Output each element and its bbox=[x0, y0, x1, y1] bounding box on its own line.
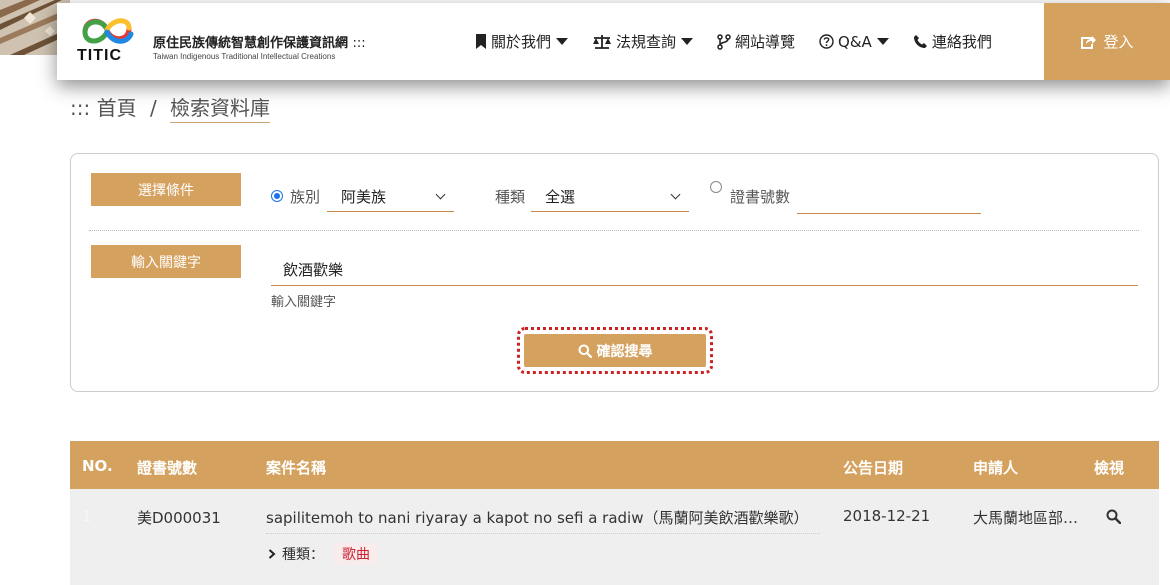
site-title-zh: 原住民族傳統智慧創作保護資訊網 bbox=[153, 36, 349, 51]
logo-text: TITIC bbox=[77, 47, 122, 64]
site-title-suffix: ::: bbox=[352, 36, 366, 51]
nav-regulations[interactable]: 法規查詢 bbox=[592, 31, 694, 52]
login-button[interactable]: 登入 bbox=[1044, 3, 1170, 80]
header-name: 案件名稱 bbox=[266, 459, 327, 477]
keyword-label: 輸入關鍵字 bbox=[91, 245, 241, 278]
header-cert: 證書號數 bbox=[137, 459, 198, 477]
search-button-label: 確認搜尋 bbox=[596, 343, 653, 360]
breadcrumb-separator: / bbox=[149, 96, 157, 120]
row-divider bbox=[266, 533, 820, 534]
table-header: NO. 證書號數 案件名稱 公告日期 申請人 檢視 bbox=[70, 441, 1159, 489]
nav-about-label: 關於我們 bbox=[491, 33, 552, 51]
breadcrumb: ::: 首頁 / 檢索資料庫 bbox=[70, 92, 271, 123]
row-cert: 美D000031 bbox=[137, 509, 221, 527]
infinity-logo-icon bbox=[82, 18, 134, 44]
tribe-select-value: 阿美族 bbox=[341, 188, 387, 206]
nav-contact-label: 連絡我們 bbox=[931, 33, 992, 51]
radio-tribe-label: 族別 bbox=[290, 188, 321, 206]
radio-cert-label: 證書號數 bbox=[730, 188, 791, 206]
site-title[interactable]: 原住民族傳統智慧創作保護資訊網 ::: Taiwan Indigenous Tr… bbox=[153, 32, 366, 61]
radio-cert[interactable] bbox=[710, 181, 722, 193]
type-select[interactable]: 全選 bbox=[531, 182, 689, 212]
keyword-helper-text: 輸入關鍵字 bbox=[271, 295, 337, 310]
main-nav: 關於我們 法規查詢 網站導覽 Q&A 連絡我們 bbox=[475, 3, 992, 80]
bookmark-icon bbox=[476, 34, 486, 49]
site-header: TITIC 原住民族傳統智慧創作保護資訊網 ::: Taiwan Indigen… bbox=[57, 3, 1170, 80]
divider bbox=[89, 230, 1139, 231]
nav-sitemap-label: 網站導覽 bbox=[735, 33, 796, 51]
page: TITIC 原住民族傳統智慧創作保護資訊網 ::: Taiwan Indigen… bbox=[0, 0, 1170, 585]
nav-sitemap[interactable]: 網站導覽 bbox=[717, 31, 795, 52]
row-applicant: 大馬蘭地區部… bbox=[973, 509, 1079, 527]
nav-qa-label: Q&A bbox=[838, 32, 872, 51]
nav-contact[interactable]: 連絡我們 bbox=[913, 31, 992, 52]
breadcrumb-home[interactable]: 首頁 bbox=[97, 96, 137, 120]
chevron-right-icon bbox=[268, 549, 276, 559]
search-icon bbox=[578, 344, 592, 358]
header-no: NO. bbox=[82, 457, 113, 475]
nav-qa[interactable]: Q&A bbox=[819, 33, 889, 51]
phone-icon bbox=[913, 35, 927, 48]
header-date: 公告日期 bbox=[843, 459, 904, 477]
chevron-down-icon bbox=[681, 38, 694, 45]
search-panel: 選擇條件 族別 阿美族 種類 全選 證書號數 輸入關鍵字 輸入關鍵字 bbox=[70, 153, 1159, 392]
cert-number-input[interactable] bbox=[797, 184, 981, 214]
tribe-select[interactable]: 阿美族 bbox=[327, 182, 454, 212]
results-table: NO. 證書號數 案件名稱 公告日期 申請人 檢視 1 美D000031 sap… bbox=[70, 441, 1159, 585]
type-label: 種類 bbox=[495, 188, 526, 206]
branch-icon bbox=[717, 33, 731, 50]
row-date: 2018-12-21 bbox=[843, 507, 931, 525]
row-type-label: 種類： bbox=[282, 547, 324, 563]
chevron-down-icon bbox=[435, 189, 446, 200]
chevron-down-icon bbox=[556, 38, 569, 45]
keyword-input[interactable] bbox=[271, 254, 1138, 286]
login-label: 登入 bbox=[1103, 33, 1134, 51]
breadcrumb-prefix: ::: bbox=[70, 96, 91, 120]
chevron-down-icon bbox=[876, 38, 889, 45]
search-button[interactable]: 確認搜尋 bbox=[524, 334, 706, 367]
search-icon[interactable] bbox=[1106, 509, 1121, 524]
nav-about[interactable]: 關於我們 bbox=[475, 31, 569, 52]
header-view: 檢視 bbox=[1094, 459, 1125, 477]
nav-regulations-label: 法規查詢 bbox=[616, 33, 677, 51]
row-type-badge: 歌曲 bbox=[334, 543, 378, 565]
question-circle-icon bbox=[819, 34, 834, 49]
radio-tribe[interactable] bbox=[271, 190, 283, 202]
row-no: 1 bbox=[82, 507, 92, 525]
breadcrumb-current: 檢索資料庫 bbox=[170, 96, 271, 123]
chevron-down-icon bbox=[670, 189, 681, 200]
table-row[interactable]: 1 美D000031 sapilitemoh to nani riyaray a… bbox=[70, 489, 1159, 585]
type-select-value: 全選 bbox=[545, 188, 576, 206]
search-button-focus-ring: 確認搜尋 bbox=[517, 327, 713, 374]
row-type: 種類： 歌曲 bbox=[268, 543, 378, 565]
row-name[interactable]: sapilitemoh to nani riyaray a kapot no s… bbox=[266, 507, 809, 528]
scale-icon bbox=[593, 34, 612, 49]
condition-label: 選擇條件 bbox=[91, 173, 241, 206]
header-applicant: 申請人 bbox=[973, 459, 1019, 477]
site-title-en: Taiwan Indigenous Traditional Intellectu… bbox=[153, 52, 336, 61]
share-square-icon bbox=[1081, 36, 1097, 49]
